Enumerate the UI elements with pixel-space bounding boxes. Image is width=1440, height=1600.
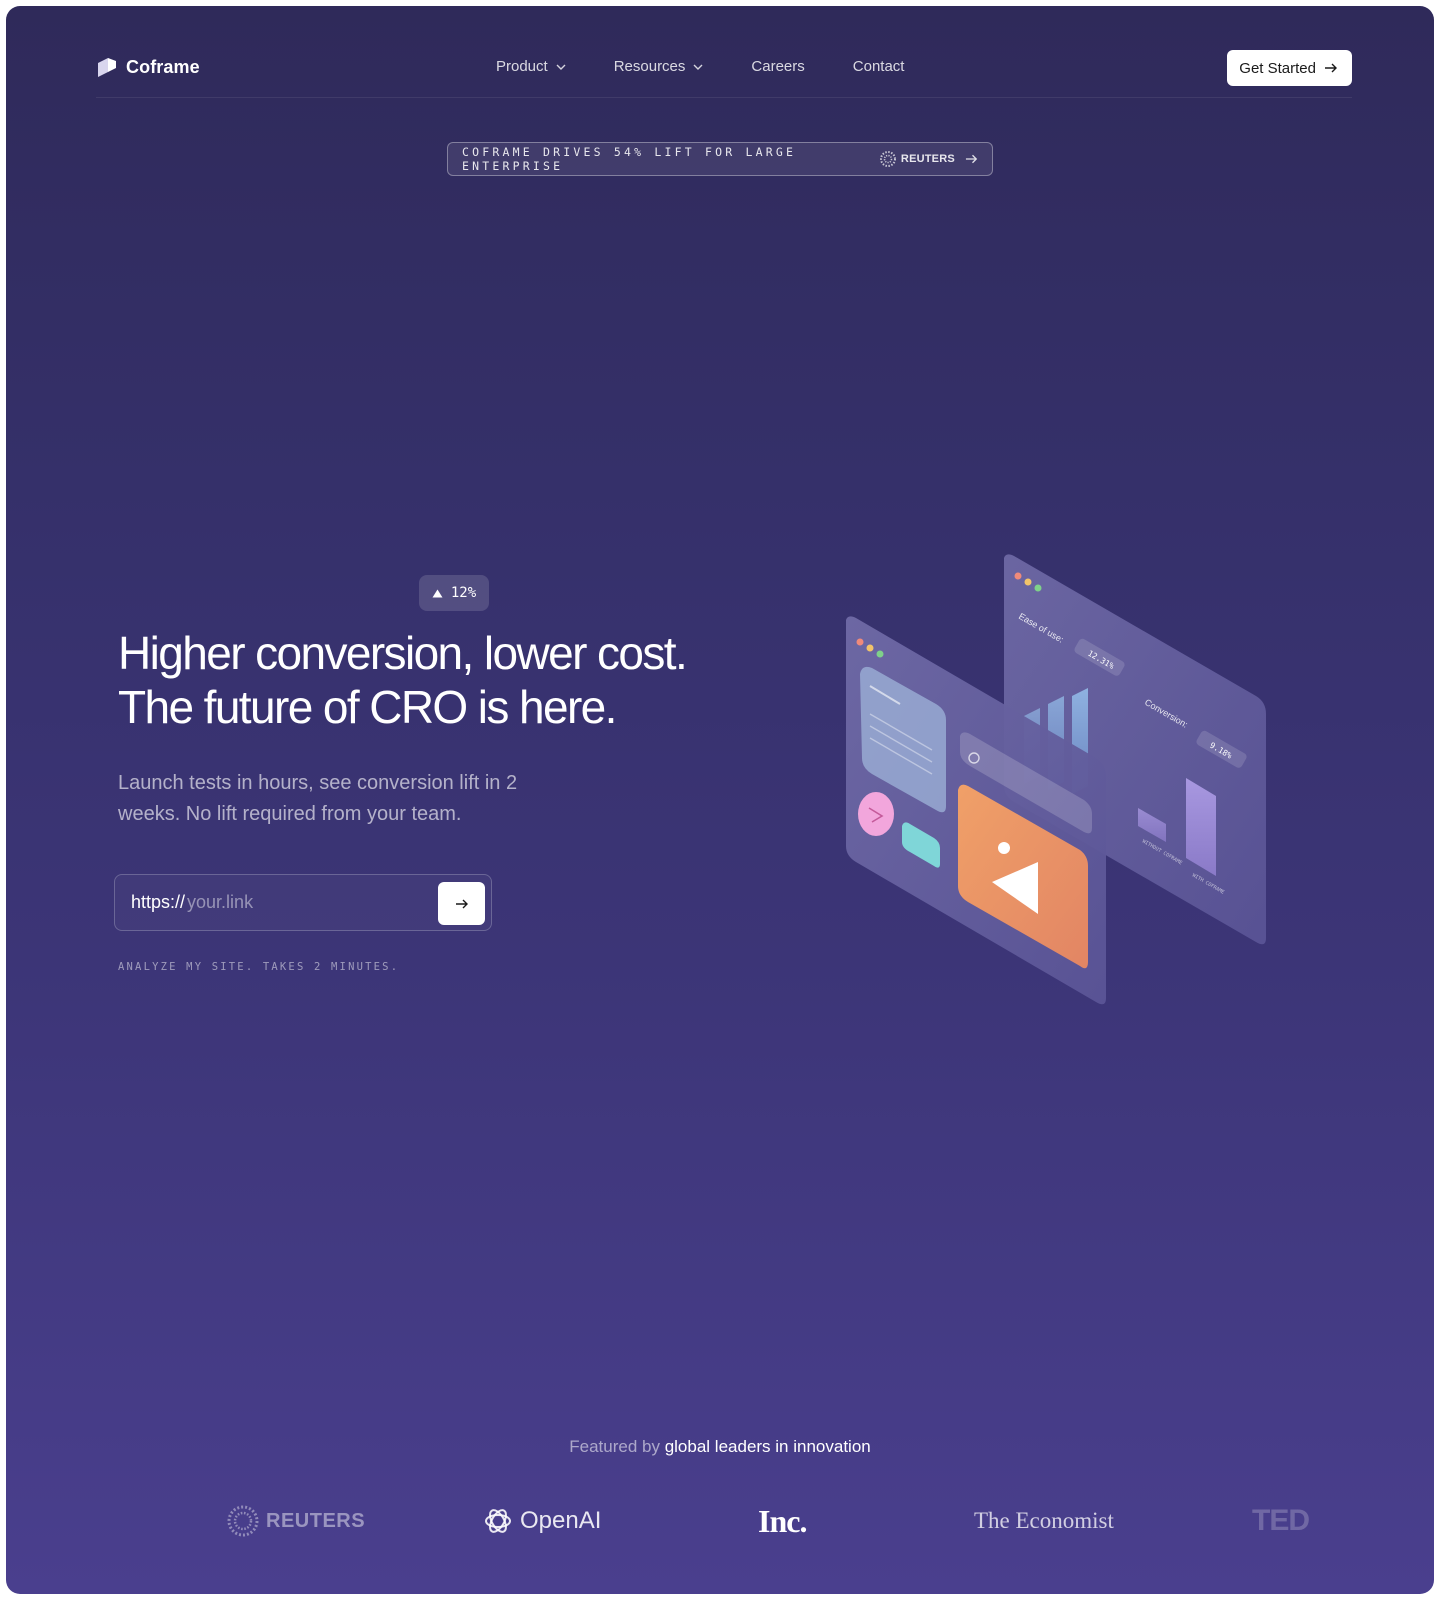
get-started-label: Get Started [1239, 59, 1316, 77]
inc-logo: Inc. [758, 1501, 807, 1541]
brand-name: Coframe [126, 56, 200, 77]
announcement-banner[interactable]: COFRAME DRIVES 54% LIFT FOR LARGE ENTERP… [447, 142, 993, 176]
nav-item-label: Resources [613, 58, 686, 75]
analyze-submit-button[interactable] [438, 882, 485, 925]
nav-item-careers[interactable]: Careers [751, 58, 804, 75]
openai-logo: OpenAI [482, 1501, 601, 1541]
window-dot-green [1034, 584, 1042, 592]
ted-wordmark: TED [1252, 1504, 1310, 1537]
analyze-hint: ANALYZE MY SITE. TAKES 2 MINUTES. [118, 961, 400, 973]
image-sun-icon [998, 842, 1010, 854]
reuters-wordmark: REUTERS [266, 1509, 366, 1532]
hero-headline: Higher conversion, lower cost. The futur… [118, 626, 818, 734]
triangle-up-icon [432, 589, 443, 597]
lift-badge: 12% [419, 575, 489, 611]
url-form: https:// [114, 874, 492, 931]
top-navigation: Coframe Product Resources Careers Contac… [96, 46, 1352, 98]
openai-logo-icon [485, 1509, 511, 1533]
cursor-icon [858, 792, 894, 836]
url-input[interactable] [187, 892, 418, 913]
window-dot-red [1014, 572, 1022, 580]
arrow-right-icon [965, 154, 978, 164]
nav-item-resources[interactable]: Resources [614, 58, 704, 75]
url-prefix: https:// [131, 892, 186, 912]
openai-wordmark: OpenAI [520, 1507, 602, 1534]
window-dot-red [856, 638, 864, 646]
nav-item-label: Careers [751, 58, 805, 75]
ted-logo: TED [1252, 1501, 1310, 1541]
chevron-down-icon [693, 64, 703, 70]
coframe-logo-icon [98, 58, 116, 77]
window-dot-yellow [1024, 578, 1032, 586]
chevron-down-icon [556, 64, 566, 70]
brand-logo[interactable]: Coframe [96, 56, 200, 78]
reuters-logo-icon [879, 151, 896, 167]
featured-logos: REUTERS OpenAI Inc. The Economist TED [6, 1501, 1434, 1541]
lift-badge-value: 12% [450, 585, 477, 601]
page-background: Coframe Product Resources Careers Contac… [6, 6, 1434, 1594]
headline-line-1: Higher conversion, lower cost. [118, 627, 688, 679]
economist-logo: The Economist [974, 1501, 1114, 1541]
announcement-text: COFRAME DRIVES 54% LIFT FOR LARGE ENTERP… [462, 145, 797, 173]
hero-illustration: Ease of use: 12.31% Conversion: 9.18% WI… [846, 554, 1266, 1005]
inc-wordmark: Inc. [758, 1502, 807, 1539]
reuters-logo-icon [227, 1505, 259, 1537]
nav-links: Product Resources Careers Contact [496, 58, 952, 75]
featured-prefix: Featured by [569, 1437, 665, 1456]
economist-wordmark: The Economist [974, 1508, 1114, 1533]
nav-item-product[interactable]: Product [496, 58, 566, 75]
nav-item-label: Product [496, 58, 548, 75]
featured-highlight: global leaders in innovation [664, 1437, 871, 1456]
get-started-button[interactable]: Get Started [1227, 50, 1352, 86]
window-dot-green [876, 650, 884, 658]
featured-heading: Featured by global leaders in innovation [6, 1437, 1434, 1457]
headline-line-2: The future of CRO is here. [118, 681, 617, 733]
window-dot-yellow [866, 644, 874, 652]
reuters-badge: REUTERS [879, 150, 955, 168]
arrow-right-icon [455, 899, 468, 908]
hero-subheadline: Launch tests in hours, see conversion li… [118, 772, 518, 825]
reuters-logo: REUTERS [226, 1501, 365, 1541]
arrow-right-icon [1325, 63, 1337, 73]
nav-item-label: Contact [852, 58, 905, 75]
reuters-label: REUTERS [900, 153, 955, 165]
nav-item-contact[interactable]: Contact [853, 58, 905, 75]
